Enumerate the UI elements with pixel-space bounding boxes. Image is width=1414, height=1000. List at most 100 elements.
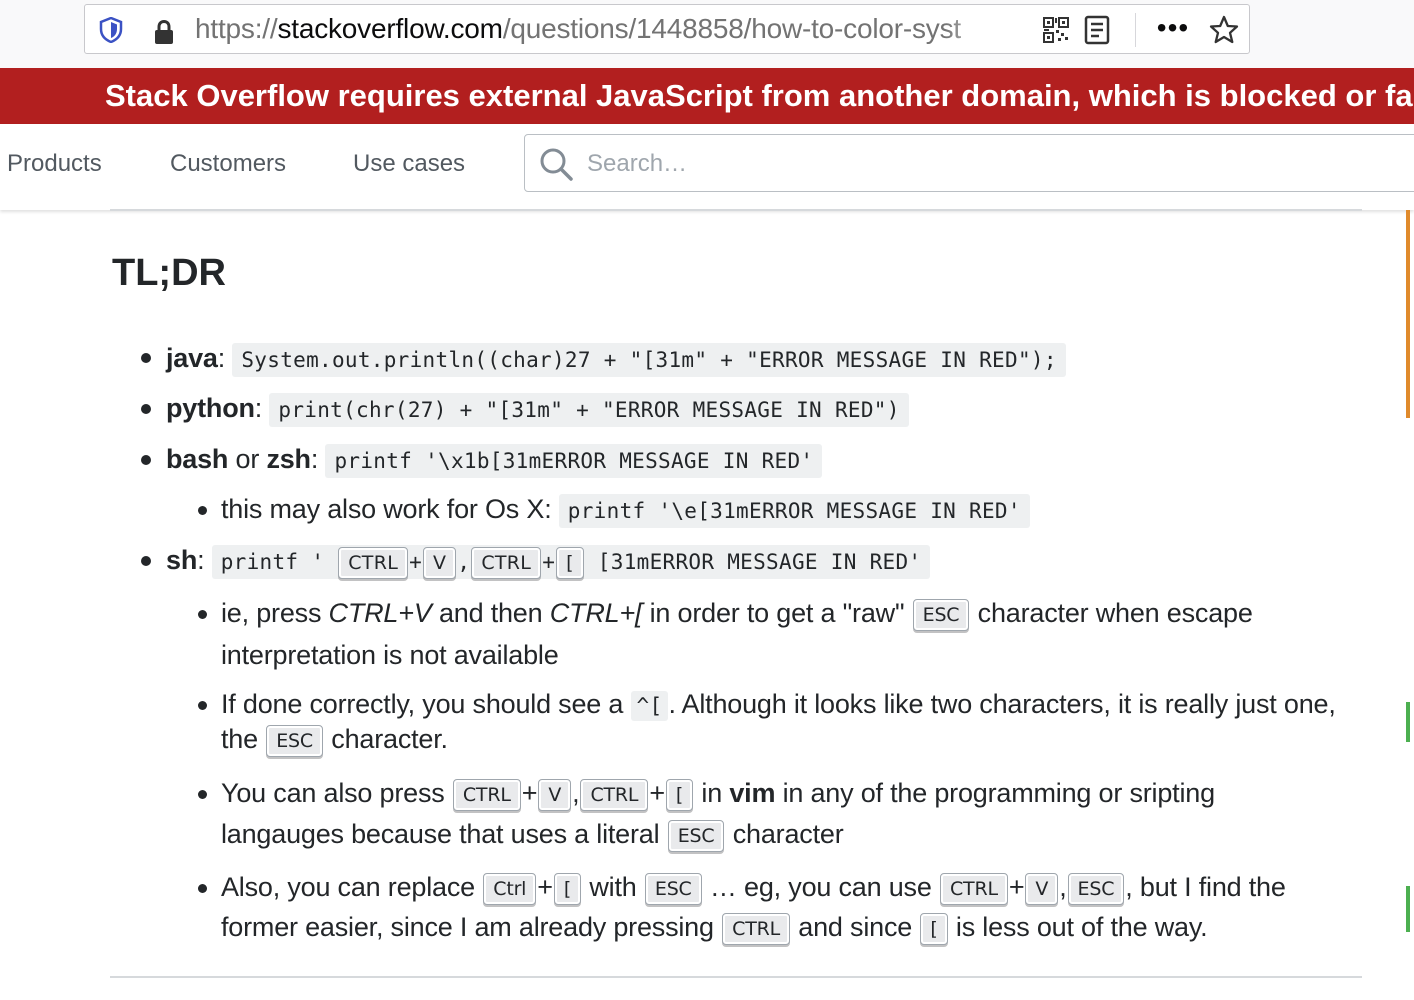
text: . Although it looks like two characters,… [668,689,1336,719]
lang-label-sh: sh [166,545,198,575]
kbd-v: V [538,778,572,811]
text: is less out of the way. [948,912,1208,942]
text: … eg, you can use [702,872,939,902]
scrollbar-marker-green [1406,886,1410,932]
text: langauges because that uses a literal [221,819,667,849]
emphasis: CTRL+[ [549,598,643,628]
list-bullet [141,455,151,465]
code-python: print(chr(27) + "[31m" + "ERROR MESSAGE … [269,393,909,427]
text: ie, press [221,598,329,628]
list-bullet [198,610,207,619]
kbd-v: V [423,547,457,579]
top-navigation: Products Customers Use cases [0,124,1414,210]
lock-icon[interactable] [151,19,177,45]
url-host: stackoverflow.com [277,13,503,44]
list-item-python: python: print(chr(27) + "[31m" + "ERROR … [166,393,909,427]
text: with [582,872,644,902]
text: and since [791,912,920,942]
divider-top [110,209,1362,211]
text: former easier, since I am already pressi… [221,912,722,942]
code-sh-end: [31mERROR MESSAGE IN RED' [584,550,922,574]
list-item-java: java: System.out.println((char)27 + "[31… [166,343,1066,377]
url-fade [945,9,1005,49]
kbd-ctrl: CTRL [452,778,521,811]
kbd-esc: ESC [644,872,702,905]
kbd-bracket: [ [553,872,582,905]
text: Also, you can replace [221,872,483,902]
code-sh: printf ' CTRL + V, CTRL +[ [31mERROR MESSAGE… [211,545,931,579]
lang-label-python: python [166,393,255,423]
kbd-esc: ESC [1067,872,1125,905]
kbd-esc: ESC [912,598,970,631]
section-heading: TL;DR [112,252,226,294]
list-bullet [198,506,207,515]
url-text[interactable]: https://stackoverflow.com/questions/1448… [195,13,995,45]
text: character. [323,724,448,754]
list-item-done-correctly: If done correctly, you should see a ^[. … [221,689,1336,721]
qr-code-icon[interactable] [1043,17,1069,43]
kbd-ctrl: CTRL [580,778,649,811]
list-item-replace: Also, you can replace Ctrl +[ with ESC … … [221,872,1286,905]
lang-label-zsh: zsh [266,444,311,474]
nav-use-cases[interactable]: Use cases [353,150,465,178]
search-icon [540,148,573,181]
list-bullet [198,701,207,710]
search-box[interactable] [524,134,1414,192]
scrollbar-marker-orange [1406,210,1410,418]
kbd-ctrl-lower: Ctrl [483,872,537,905]
toolbar-separator [1135,13,1136,47]
kbd-esc: ESC [266,724,323,757]
reader-view-icon[interactable] [1083,15,1111,45]
address-bar[interactable]: https://stackoverflow.com/questions/1448… [84,4,1250,54]
kbd-bracket: [ [556,547,584,579]
kbd-ctrl: CTRL [939,872,1008,905]
code-sh-start: printf ' [220,550,338,574]
list-item-vim: You can also press CTRL + V, CTRL +[ in vim … [221,778,1215,811]
text: character when escape [970,598,1253,628]
list-item-sh: sh: printf ' CTRL + V, CTRL +[ [31mERROR MES… [166,545,931,579]
divider-bottom [110,976,1362,978]
search-input[interactable] [585,143,1189,185]
browser-toolbar: https://stackoverflow.com/questions/1448… [0,0,1414,68]
text: in any of the programming or sripting [775,778,1216,808]
list-item-press-ctrl: ie, press CTRL+V and then CTRL+[ in orde… [221,598,1253,631]
bookmark-star-icon[interactable] [1209,15,1239,45]
code-caret: ^[ [630,691,669,721]
osx-text: this may also work for Os X: [221,494,559,524]
page-actions-menu-icon[interactable]: ••• [1155,14,1191,45]
text: character [725,819,844,849]
url-path: /questions/1448858/how-to-color-syst [502,13,961,44]
vim-bold: vim [729,778,776,808]
list-item-continuation: former easier, since I am already pressi… [221,912,1208,945]
list-item-bash: bash or zsh: printf '\x1b[31mERROR MESSA… [166,444,823,478]
list-item-continuation: interpretation is not available [221,640,559,670]
code-bash: printf '\x1b[31mERROR MESSAGE IN RED' [325,444,823,478]
or-text: or [228,444,267,474]
list-bullet [198,884,207,893]
text: the [221,724,266,754]
emphasis: CTRL+V [328,598,432,628]
code-java: System.out.println((char)27 + "[31m" + "… [232,343,1066,377]
list-bullet [198,790,207,799]
kbd-esc: ESC [667,819,725,852]
kbd-bracket: [ [665,778,694,811]
list-bullet [141,556,151,566]
kbd-ctrl: CTRL [471,547,542,579]
kbd-ctrl: CTRL [338,547,409,579]
list-item-continuation: the ESC character. [221,724,448,757]
text: in [694,778,730,808]
nav-customers[interactable]: Customers [170,150,286,178]
tracking-protection-shield-icon[interactable] [99,17,123,43]
kbd-v: V [1025,872,1059,905]
list-item-continuation: langauges because that uses a literal ES… [221,819,844,852]
text: , but I find the [1125,872,1286,902]
list-bullet [141,353,151,363]
text: If done correctly, you should see a [221,689,631,719]
nav-products[interactable]: Products [7,150,102,178]
kbd-ctrl: CTRL [722,912,790,945]
url-scheme: https:// [195,13,278,44]
text: You can also press [221,778,452,808]
text: and then [431,598,550,628]
lang-label-bash: bash [166,444,229,474]
kbd-bracket: [ [920,912,948,945]
